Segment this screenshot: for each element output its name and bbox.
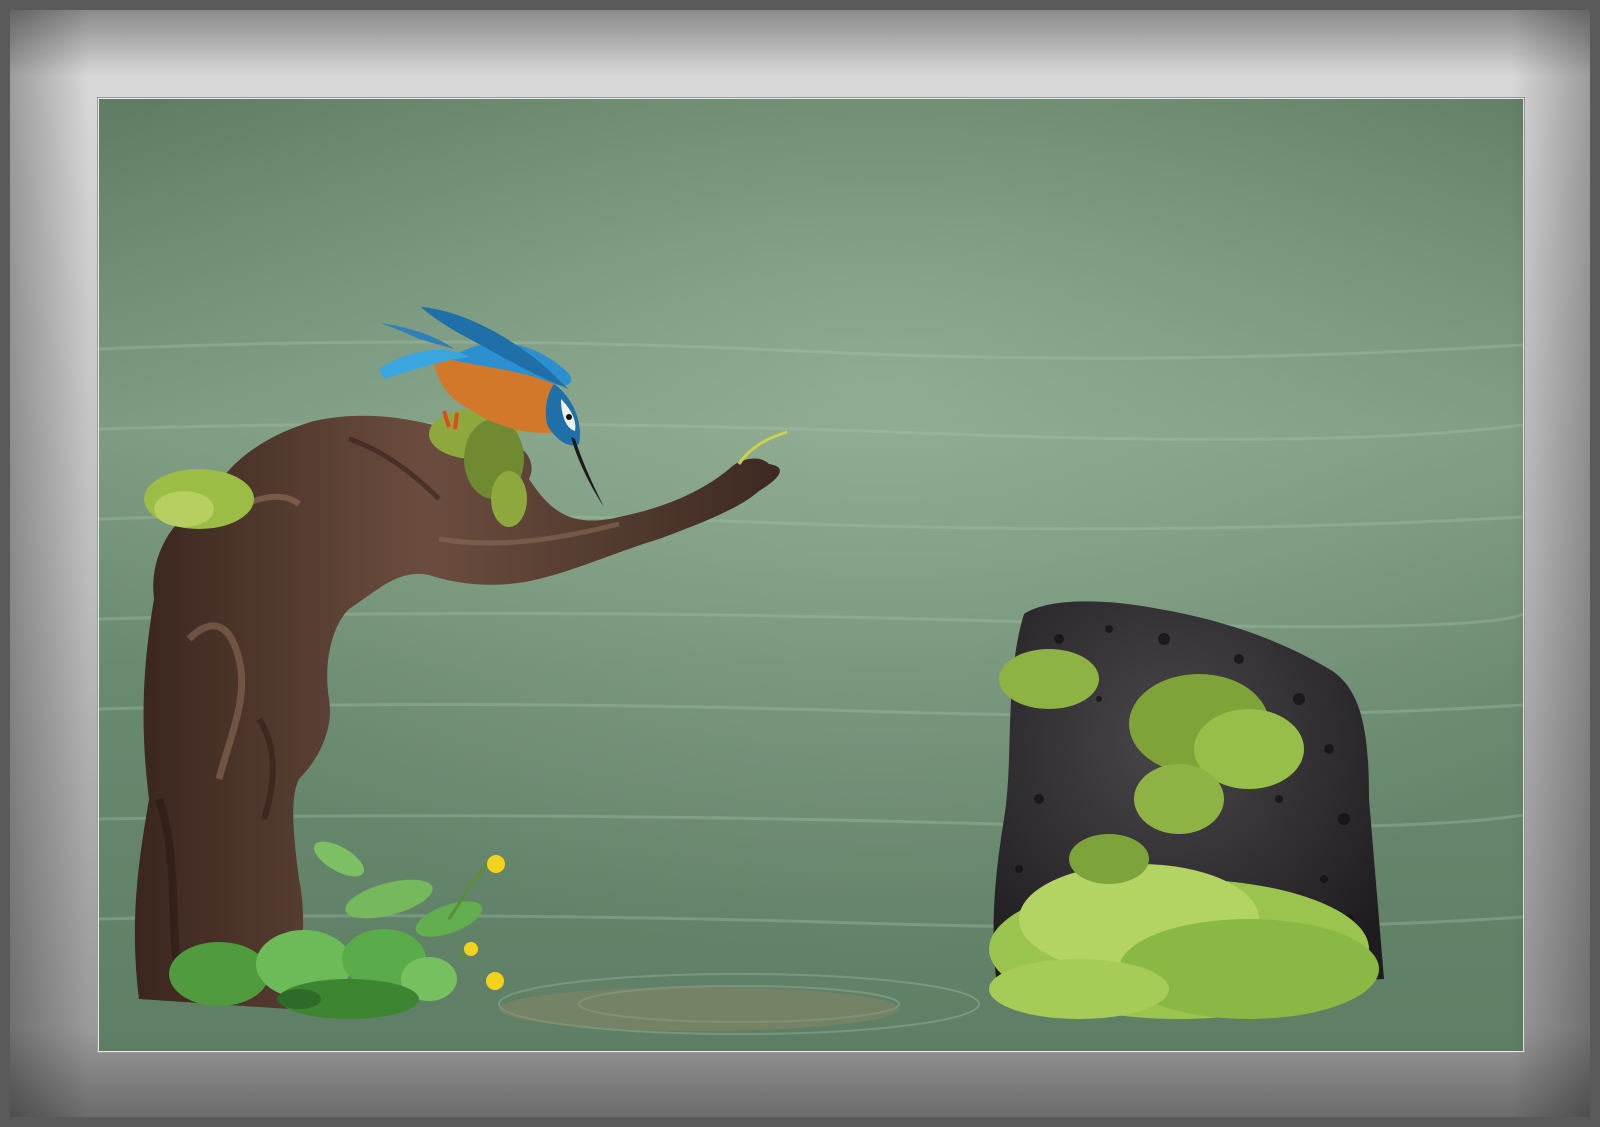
yellow-flower <box>487 855 505 873</box>
photo-frame <box>0 0 1600 1127</box>
yellow-flower <box>486 972 504 990</box>
photo-scene <box>99 99 1523 1051</box>
kingfisher-photo <box>98 98 1524 1052</box>
sandy-shallows <box>499 987 899 1031</box>
yellow-flower <box>464 942 478 956</box>
